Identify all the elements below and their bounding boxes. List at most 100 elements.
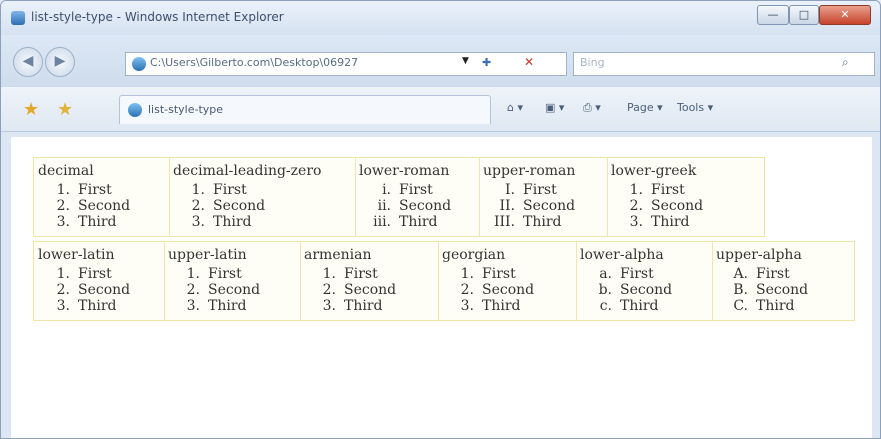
- list-cell-heading: decimal: [38, 163, 94, 179]
- list-marker: III.: [493, 214, 515, 230]
- list-item: Second: [213, 198, 266, 214]
- list-cell-heading: lower-roman: [359, 163, 450, 179]
- list-marker: 3.: [56, 298, 70, 314]
- list-item: First: [651, 182, 685, 198]
- forward-arrow-icon: ▶: [54, 53, 66, 69]
- tab-title: list-style-type: [148, 103, 224, 116]
- list-marker: 3.: [322, 298, 336, 314]
- list-marker: i.: [382, 182, 391, 198]
- forward-button[interactable]: ▶: [45, 47, 75, 77]
- list-cell-heading: upper-latin: [168, 247, 247, 263]
- list-marker: 2.: [191, 198, 205, 214]
- list-item: First: [213, 182, 247, 198]
- list-marker: 1.: [56, 182, 70, 198]
- list-marker: 2.: [460, 282, 474, 298]
- list-cell-heading: upper-roman: [483, 163, 576, 179]
- list-marker: 1.: [322, 266, 336, 282]
- list-cell-georgian: georgian 1. First 2. Second 3. Third: [438, 242, 577, 320]
- list-cell-heading: lower-latin: [38, 247, 115, 263]
- list-item: Second: [399, 198, 452, 214]
- list-item: First: [78, 182, 112, 198]
- browser-tab[interactable]: list-style-type: [119, 95, 491, 124]
- search-box[interactable]: Bing ⌕: [573, 52, 875, 76]
- list-item: Third: [651, 214, 690, 230]
- minimize-button[interactable]: —: [757, 5, 789, 25]
- list-item: First: [399, 182, 433, 198]
- list-marker: 3.: [460, 298, 474, 314]
- list-cell-heading: lower-alpha: [580, 247, 664, 263]
- search-icon[interactable]: ⌕: [842, 55, 849, 70]
- list-marker: 2.: [629, 198, 643, 214]
- list-marker: b.: [598, 282, 612, 298]
- search-input[interactable]: Bing: [580, 56, 605, 69]
- list-item: Third: [399, 214, 438, 230]
- address-bar[interactable]: C:\Users\Gilberto.com\Desktop\06927 ▼ ✚ …: [125, 52, 567, 76]
- list-item: Third: [620, 298, 659, 314]
- list-item: First: [756, 266, 790, 282]
- list-marker: B.: [733, 282, 748, 298]
- list-marker: II.: [499, 198, 515, 214]
- list-marker: c.: [599, 298, 612, 314]
- list-item: Third: [78, 214, 117, 230]
- list-style-table-row-2: lower-latin 1. First 2. Second 3. Third upper-l…: [33, 241, 855, 321]
- list-marker: iii.: [373, 214, 391, 230]
- list-item: Third: [756, 298, 795, 314]
- back-button[interactable]: ◀: [13, 47, 43, 77]
- favorites-bar: ★ ★ list-style-type ⌂ ▾ ▣ ▾ ⎙ ▾ Page ▾ T…: [1, 87, 880, 132]
- maximize-button[interactable]: □: [789, 5, 819, 25]
- back-arrow-icon: ◀: [22, 53, 34, 69]
- tools-menu[interactable]: Tools ▾: [677, 101, 713, 114]
- list-marker: I.: [505, 182, 515, 198]
- list-marker: C.: [733, 298, 748, 314]
- print-icon[interactable]: ⎙ ▾: [583, 101, 601, 115]
- list-marker: 3.: [56, 214, 70, 230]
- list-item: Third: [482, 298, 521, 314]
- page-menu[interactable]: Page ▾: [627, 101, 663, 114]
- list-cell-decimal: decimal 1. First 2. Second 3. Third: [34, 158, 170, 236]
- address-text[interactable]: C:\Users\Gilberto.com\Desktop\06927: [150, 56, 358, 69]
- list-marker: 1.: [629, 182, 643, 198]
- browser-window: list-style-type - Windows Internet Explo…: [0, 0, 881, 439]
- list-item: First: [344, 266, 378, 282]
- list-cell-upper-alpha: upper-alpha A. First B. Second C. Third: [712, 242, 844, 320]
- internet-explorer-icon: [11, 11, 25, 25]
- list-item: First: [208, 266, 242, 282]
- list-marker: 1.: [56, 266, 70, 282]
- list-marker: a.: [599, 266, 612, 282]
- list-cell-upper-latin: upper-latin 1. First 2. Second 3. Third: [164, 242, 301, 320]
- feeds-icon[interactable]: ▣ ▾: [545, 101, 564, 114]
- list-cell-heading: armenian: [304, 247, 372, 263]
- list-marker: 1.: [191, 182, 205, 198]
- list-cell-heading: decimal-leading-zero: [173, 163, 322, 179]
- list-marker: 2.: [56, 198, 70, 214]
- title-bar: list-style-type - Windows Internet Explo…: [1, 1, 880, 35]
- list-item: Second: [523, 198, 576, 214]
- stop-icon[interactable]: ✕: [524, 55, 534, 69]
- list-item: Second: [208, 282, 261, 298]
- list-marker: 2.: [56, 282, 70, 298]
- list-item: Third: [78, 298, 117, 314]
- list-cell-heading: upper-alpha: [716, 247, 802, 263]
- list-item: Second: [756, 282, 809, 298]
- add-favorites-icon[interactable]: ★: [57, 99, 73, 120]
- close-button[interactable]: ✕: [819, 5, 871, 25]
- list-cell-heading: lower-greek: [611, 163, 697, 179]
- address-dropdown-icon[interactable]: ▼: [462, 56, 469, 66]
- list-cell-lower-roman: lower-roman i. First ii. Second iii. Third: [355, 158, 480, 236]
- home-icon[interactable]: ⌂ ▾: [507, 101, 523, 114]
- favorites-star-icon[interactable]: ★: [23, 99, 39, 120]
- list-item: First: [482, 266, 516, 282]
- list-marker: 3.: [191, 214, 205, 230]
- list-cell-lower-latin: lower-latin 1. First 2. Second 3. Third: [34, 242, 165, 320]
- list-item: Third: [208, 298, 247, 314]
- list-item: Third: [523, 214, 562, 230]
- list-item: First: [78, 266, 112, 282]
- list-cell-armenian: armenian 1. First 2. Second 3. Third: [300, 242, 439, 320]
- list-cell-lower-greek: lower-greek 1. First 2. Second 3. Third: [607, 158, 725, 236]
- list-marker: 3.: [629, 214, 643, 230]
- page-content: decimal 1. First 2. Second 3. Third decimal-lea…: [11, 137, 872, 438]
- list-marker: 1.: [186, 266, 200, 282]
- list-item: Third: [213, 214, 252, 230]
- refresh-icon[interactable]: ✚: [482, 56, 491, 69]
- navigation-bar: ◀ ▶ C:\Users\Gilberto.com\Desktop\06927 …: [1, 35, 880, 87]
